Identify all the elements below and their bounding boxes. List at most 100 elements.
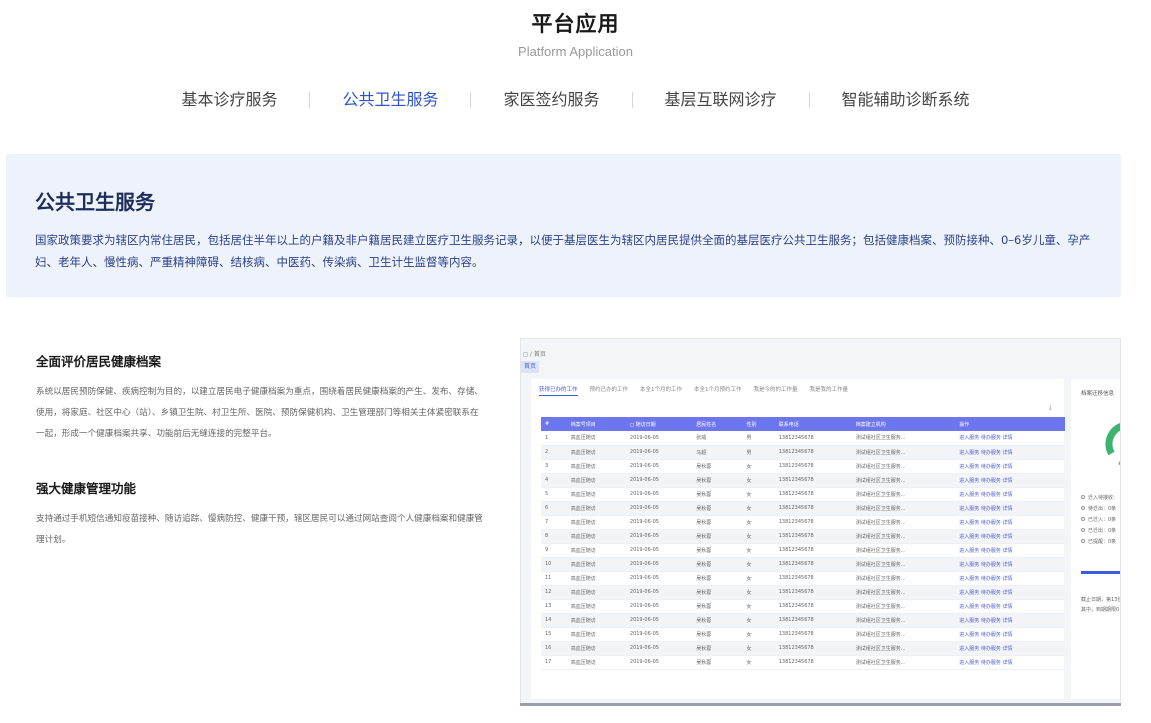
table-row[interactable]: 11 高血压随访 2019-06-05 吴秋蓉女 13812345678 测试组社区卫生服… — [541, 571, 1065, 586]
preview-subtab[interactable]: 本全1个月的工作 — [640, 385, 682, 396]
table-cell: 13812345678 — [774, 431, 852, 446]
table-cell: 女 — [742, 599, 775, 614]
row-actions[interactable]: 进入服务 待办服务 详情 — [955, 655, 1065, 670]
table-cell: 2019-06-05 — [625, 627, 693, 642]
column-header[interactable]: 档案建立机构 — [851, 417, 956, 431]
tab-smart-diagnosis[interactable]: 智能辅助诊断系统 — [810, 88, 1002, 112]
row-actions[interactable]: 进入服务 待办服务 详情 — [955, 431, 1065, 446]
table-cell: 张威 — [692, 431, 743, 446]
column-header[interactable]: 性别 — [742, 417, 775, 431]
table-row[interactable]: 6 高血压随访 2019-06-05 吴秋蓉女 13812345678 测试组社区卫生服务… — [541, 501, 1065, 516]
table-cell: 13812345678 — [774, 473, 852, 488]
table-cell: 测试组社区卫生服务... — [851, 655, 956, 670]
table-cell: 马超 — [692, 445, 743, 460]
row-actions[interactable]: 进入服务 待办服务 详情 — [955, 599, 1065, 614]
platform-application-page: 平台应用 Platform Application 基本诊疗服务 公共卫生服务 … — [0, 0, 1151, 723]
table-cell: 女 — [742, 473, 775, 488]
row-actions[interactable]: 进入服务 待办服务 详情 — [955, 641, 1065, 656]
table-row[interactable]: 1 高血压随访 2019-06-05 张威男 13812345678 测试组社区卫生服务.… — [541, 431, 1065, 446]
column-header[interactable]: 操作 — [955, 417, 1065, 431]
table-cell: 1 — [541, 431, 567, 446]
column-header[interactable]: 档案号项目 — [566, 417, 626, 431]
table-cell: 3 — [541, 459, 567, 474]
side-status-item: 已迁出：0条 — [1081, 526, 1118, 537]
tab-internet-diagnosis[interactable]: 基层互联网诊疗 — [633, 88, 809, 112]
table-row[interactable]: 2 高血压随访 2019-06-05 马超男 13812345678 测试组社区卫生服务.… — [541, 445, 1065, 460]
table-cell: 测试组社区卫生服务... — [851, 529, 956, 544]
tab-public-health[interactable]: 公共卫生服务 — [310, 88, 470, 112]
column-header[interactable]: 联系电话 — [774, 417, 852, 431]
tab-family-doctor[interactable]: 家医签约服务 — [471, 88, 631, 112]
table-cell: 2019-06-05 — [625, 431, 693, 446]
table-row[interactable]: 16 高血压随访 2019-06-05 吴秋蓉女 13812345678 测试组社区卫生服… — [541, 641, 1065, 656]
table-row[interactable]: 13 高血压随访 2019-06-05 吴秋蓉女 13812345678 测试组社区卫生服… — [541, 599, 1065, 614]
column-header[interactable]: 居民姓名 — [692, 417, 743, 431]
table-body: 1 高血压随访 2019-06-05 张威男 13812345678 测试组社区卫生服务.… — [541, 431, 1065, 670]
row-actions[interactable]: 进入服务 待办服务 详情 — [955, 487, 1065, 502]
preview-subtab[interactable]: 我是我的工作量 — [810, 385, 849, 396]
banner-description: 国家政策要求为辖区内常住居民，包括居住半年以上的户籍及非户籍居民建立医疗卫生服务… — [35, 233, 1091, 269]
table-cell: 13812345678 — [774, 459, 852, 474]
table-cell: 男 — [742, 445, 775, 460]
system-preview-screenshot: ◻ / 首页 首页 获得已办的工作 预约已办的工作 本全1个月的工作 本全1个月预约工… — [520, 338, 1121, 705]
table-cell: 4 — [541, 473, 567, 488]
table-cell: 测试组社区卫生服务... — [851, 599, 956, 614]
column-header[interactable]: ◻ 随访日期 — [625, 417, 693, 431]
table-row[interactable]: 14 高血压随访 2019-06-05 吴秋蓉女 13812345678 测试组社区卫生服… — [541, 613, 1065, 628]
row-actions[interactable]: 进入服务 待办服务 详情 — [955, 557, 1065, 572]
table-cell: 女 — [742, 543, 775, 558]
table-cell: 吴秋蓉 — [692, 585, 743, 600]
table-cell: 13812345678 — [774, 557, 852, 572]
table-cell: 女 — [742, 585, 775, 600]
row-actions[interactable]: 进入服务 待办服务 详情 — [955, 515, 1065, 530]
status-dot-icon — [1081, 539, 1085, 543]
table-row[interactable]: 17 高血压随访 2019-06-05 吴秋蓉女 13812345678 测试组社区卫生服… — [541, 655, 1065, 670]
service-tabs: 基本诊疗服务 公共卫生服务 家医签约服务 基层互联网诊疗 智能辅助诊断系统 — [0, 88, 1151, 112]
row-actions[interactable]: 进入服务 待办服务 详情 — [955, 585, 1065, 600]
feature-text: 系统以居民预防保健、疾病控制为目的，以建立居民电子健康档案为重点，围绕着居民健康… — [36, 387, 483, 439]
preview-subtab[interactable]: 预约已办的工作 — [590, 385, 629, 396]
row-actions[interactable]: 进入服务 待办服务 详情 — [955, 627, 1065, 642]
status-dot-icon — [1081, 495, 1085, 499]
preview-subtab[interactable]: 获得已办的工作 — [539, 385, 578, 396]
table-cell: 吴秋蓉 — [692, 557, 743, 572]
row-actions[interactable]: 进入服务 待办服务 详情 — [955, 613, 1065, 628]
table-cell: 2019-06-05 — [625, 641, 693, 656]
table-cell: 13812345678 — [774, 641, 852, 656]
side-status-text: 迁入待接收： — [1088, 495, 1119, 501]
table-row[interactable]: 7 高血压随访 2019-06-05 吴秋蓉女 13812345678 测试组社区卫生服务… — [541, 515, 1065, 530]
table-row[interactable]: 8 高血压随访 2019-06-05 吴秋蓉女 13812345678 测试组社区卫生服务… — [541, 529, 1065, 544]
row-actions[interactable]: 进入服务 待办服务 详情 — [955, 445, 1065, 460]
row-actions[interactable]: 进入服务 待办服务 详情 — [955, 501, 1065, 516]
row-actions[interactable]: 进入服务 待办服务 详情 — [955, 529, 1065, 544]
table-row[interactable]: 10 高血压随访 2019-06-05 吴秋蓉女 13812345678 测试组社区卫生服… — [541, 557, 1065, 572]
table-row[interactable]: 4 高血压随访 2019-06-05 吴秋蓉女 13812345678 测试组社区卫生服务… — [541, 473, 1065, 488]
tab-basic-medical[interactable]: 基本诊疗服务 — [149, 88, 309, 112]
row-actions[interactable]: 进入服务 待办服务 详情 — [955, 543, 1065, 558]
banner-title: 公共卫生服务 — [35, 190, 155, 214]
column-header[interactable]: # — [541, 417, 567, 431]
table-row[interactable]: 15 高血压随访 2019-06-05 吴秋蓉女 13812345678 测试组社区卫生服… — [541, 627, 1065, 642]
table-cell: 吴秋蓉 — [692, 501, 743, 516]
side-title: 档案迁移信息 — [1081, 391, 1115, 397]
side-status-item: 迁入待接收： — [1081, 493, 1118, 504]
table-cell: 测试组社区卫生服务... — [851, 543, 956, 558]
side-status-text: 已迁入：0条 — [1088, 517, 1117, 523]
table-row[interactable]: 5 高血压随访 2019-06-05 吴秋蓉女 13812345678 测试组社区卫生服务… — [541, 487, 1065, 502]
table-cell: 高血压随访 — [566, 515, 626, 530]
preview-subtab[interactable]: 本全1个月预约工作 — [694, 385, 742, 396]
table-cell: 2019-06-05 — [625, 473, 693, 488]
table-row[interactable]: 9 高血压随访 2019-06-05 吴秋蓉女 13812345678 测试组社区卫生服务… — [541, 543, 1065, 558]
table-row[interactable]: 3 高血压随访 2019-06-05 吴秋蓉女 13812345678 测试组社区卫生服务… — [541, 459, 1065, 474]
row-actions[interactable]: 进入服务 待办服务 详情 — [955, 473, 1065, 488]
table-row[interactable]: 12 高血压随访 2019-06-05 吴秋蓉女 13812345678 测试组社区卫生服… — [541, 585, 1065, 600]
preview-subtab[interactable]: 我是今的的工作量 — [754, 385, 798, 396]
table-cell: 女 — [742, 487, 775, 502]
table-cell: 高血压随访 — [566, 585, 626, 600]
row-actions[interactable]: 进入服务 待办服务 详情 — [955, 459, 1065, 474]
table-cell: 13812345678 — [774, 627, 852, 642]
table-cell: 测试组社区卫生服务... — [851, 473, 956, 488]
table-cell: 吴秋蓉 — [692, 627, 743, 642]
side-status-list: 迁入待接收： 待迁出：0条 已迁入：0条 已迁出：0条 已提醒：0条 — [1081, 493, 1118, 548]
row-actions[interactable]: 进入服务 待办服务 详情 — [955, 571, 1065, 586]
